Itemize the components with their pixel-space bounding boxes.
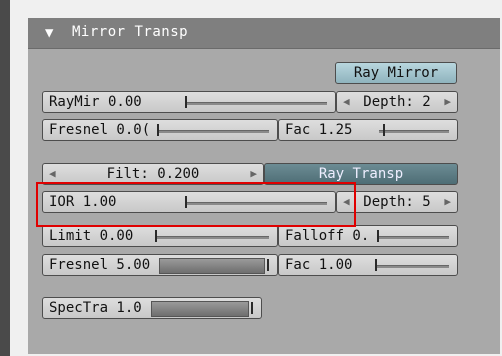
ray-mirror-label: Ray Mirror [353, 65, 439, 81]
limit-handle[interactable] [155, 230, 157, 242]
falloff-handle[interactable] [377, 230, 379, 242]
mirror-depth-field[interactable]: ◀ Depth: 2 ▶ [336, 91, 458, 113]
mirror-fresnel-slider[interactable]: Fresnel 0.0( [42, 119, 278, 141]
panel-title: Mirror Transp [72, 24, 189, 40]
mirror-depth-label: Depth: 2 [363, 94, 431, 110]
mirror-fac-handle[interactable] [383, 124, 385, 136]
falloff-track [377, 236, 449, 239]
transp-fresnel-fill [159, 258, 265, 274]
mirror-fac-slider[interactable]: Fac 1.25 [278, 119, 458, 141]
falloff-slider[interactable]: Falloff 0. [278, 225, 458, 247]
spectra-slider[interactable]: SpecTra 1.0 [42, 297, 262, 319]
increment-arrow-icon[interactable]: ▶ [444, 192, 451, 212]
mirror-fac-label: Fac 1.25 [285, 122, 353, 138]
panel-header[interactable]: ▼ Mirror Transp [28, 18, 500, 49]
transp-fac-track [375, 265, 449, 268]
spectra-fill [151, 301, 249, 317]
highlight-box [36, 182, 356, 227]
filt-label: Filt: 0.200 [106, 166, 200, 182]
left-border [0, 0, 10, 356]
raymir-handle[interactable] [185, 96, 187, 108]
mirror-fresnel-handle[interactable] [157, 124, 159, 136]
ray-transp-label: Ray Transp [318, 166, 404, 182]
raymir-slider[interactable]: RayMir 0.00 [42, 91, 336, 113]
raymir-label: RayMir 0.00 [49, 94, 142, 110]
mirror-fresnel-track [157, 130, 269, 133]
falloff-label: Falloff 0. [285, 228, 370, 244]
transp-fresnel-handle[interactable] [267, 259, 269, 271]
increment-arrow-icon[interactable]: ▶ [250, 164, 257, 184]
limit-label: Limit 0.00 [49, 228, 134, 244]
triangle-down-icon[interactable]: ▼ [45, 26, 53, 40]
raymir-track [185, 102, 327, 105]
ray-mirror-button[interactable]: Ray Mirror [335, 62, 457, 84]
mirror-fac-track [379, 130, 449, 133]
transp-fac-handle[interactable] [375, 259, 377, 271]
transp-fac-slider[interactable]: Fac 1.00 [278, 254, 458, 276]
spectra-handle[interactable] [251, 302, 253, 314]
increment-arrow-icon[interactable]: ▶ [444, 92, 451, 112]
transp-fresnel-label: Fresnel 5.00 [49, 257, 151, 273]
transp-fresnel-slider[interactable]: Fresnel 5.00 [42, 254, 278, 276]
spectra-label: SpecTra 1.0 [49, 300, 142, 316]
mirror-fresnel-label: Fresnel 0.0( [49, 122, 151, 138]
limit-track [155, 236, 269, 239]
transp-fac-label: Fac 1.00 [285, 257, 353, 273]
limit-slider[interactable]: Limit 0.00 [42, 225, 278, 247]
